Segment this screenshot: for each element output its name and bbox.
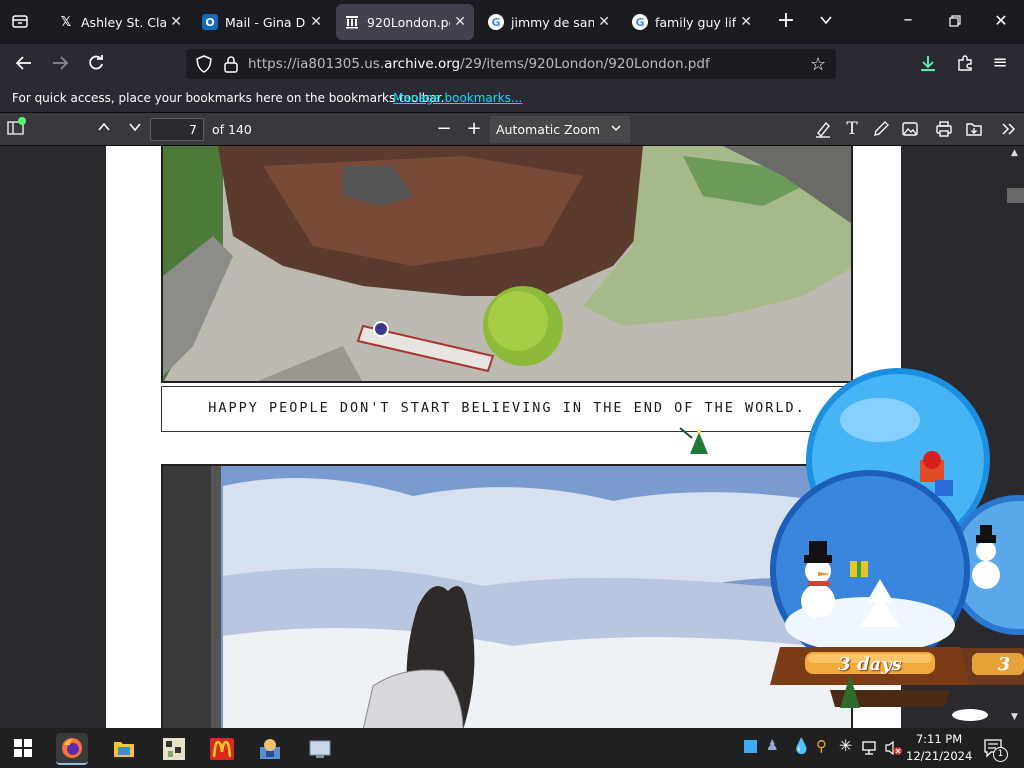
shield-icon[interactable] (196, 55, 212, 77)
previous-page-icon[interactable] (94, 120, 114, 138)
tray-people-icon[interactable]: ♟ (766, 738, 779, 754)
page-number-input[interactable]: 7 (150, 118, 204, 141)
image-icon[interactable] (900, 120, 920, 138)
tab-family-guy[interactable]: G family guy life c ✕ (624, 4, 760, 40)
clock[interactable]: 7:11 PM 12/21/2024 (906, 731, 972, 765)
bookmarks-toolbar: For quick access, place your bookmarks h… (0, 84, 1024, 112)
zoom-out-icon[interactable]: − (434, 120, 454, 138)
tab-strip: 𝕏 Ashley St. Clair ✕ O Mail - Gina Dab ✕… (0, 0, 1024, 44)
draw-icon[interactable] (871, 120, 891, 138)
network-icon[interactable] (862, 740, 878, 759)
christmas-tree-icon (678, 426, 708, 460)
url-domain: archive.org (384, 56, 461, 72)
url-text[interactable]: https://ia801305.us.archive.org/29/items… (248, 56, 710, 72)
scroll-up-icon[interactable]: ▲ (1011, 148, 1018, 158)
url-bar[interactable]: https://ia801305.us.archive.org/29/items… (186, 49, 836, 79)
notification-dot-icon (18, 117, 26, 125)
scroll-thumb[interactable] (1007, 188, 1024, 203)
text-tool-icon[interactable]: T (842, 120, 862, 138)
file-explorer-icon[interactable] (108, 733, 140, 765)
tab-jimmy[interactable]: G jimmy de santa ✕ (480, 4, 618, 40)
bookmarks-hint: For quick access, place your bookmarks h… (12, 91, 445, 105)
tab-title: 920London.pdf (367, 14, 450, 30)
bookmark-star-icon[interactable]: ☆ (810, 54, 826, 75)
app-shortcut-icon[interactable] (254, 733, 286, 765)
clock-date: 12/21/2024 (906, 749, 973, 763)
comic-panel-top (161, 146, 853, 383)
archive-icon (344, 14, 360, 30)
tray-drop-icon[interactable]: 💧 (792, 737, 811, 755)
download-icon[interactable] (916, 54, 940, 77)
restore-icon[interactable] (943, 13, 967, 33)
volume-muted-icon[interactable] (885, 740, 903, 759)
tab-ashley[interactable]: 𝕏 Ashley St. Clair ✕ (50, 4, 190, 40)
outlook-icon: O (202, 14, 218, 30)
countdown-label-small: 3 (997, 654, 1011, 675)
mcdonalds-icon[interactable] (206, 733, 238, 765)
tab-title: Ashley St. Clair (81, 14, 167, 30)
print-icon[interactable] (934, 120, 954, 138)
tab-title: family guy life c (655, 14, 737, 30)
snowglobe-widget[interactable]: 3 days 3 (760, 365, 1024, 728)
zoom-select[interactable]: Automatic Zoom (490, 116, 630, 143)
firefox-icon[interactable] (56, 733, 88, 765)
extensions-icon[interactable] (953, 54, 977, 77)
url-suffix: /29/items/920London/920London.pdf (460, 56, 710, 72)
photos-app-icon[interactable] (158, 733, 190, 765)
tray-brightness-icon[interactable]: ✳ (839, 736, 852, 755)
zoom-value: Automatic Zoom (496, 122, 601, 137)
zoom-in-icon[interactable]: + (464, 120, 484, 138)
url-prefix: https://ia801305.us. (248, 56, 385, 72)
x-logo-icon: 𝕏 (60, 14, 72, 30)
close-icon[interactable]: ✕ (598, 14, 610, 30)
clock-time: 7:11 PM (915, 732, 963, 746)
highlight-icon[interactable] (813, 120, 833, 138)
tab-title: Mail - Gina Dab (225, 14, 306, 30)
window-close-icon[interactable]: ✕ (989, 11, 1013, 31)
google-icon: G (632, 14, 648, 30)
close-icon[interactable]: ✕ (454, 14, 466, 30)
minimize-icon[interactable]: – (896, 10, 920, 30)
close-icon[interactable]: ✕ (170, 14, 182, 30)
countdown-label: 3 days (838, 654, 902, 675)
lock-icon[interactable] (224, 55, 238, 77)
windows-start-icon[interactable] (14, 739, 32, 761)
tab-pdf[interactable]: 920London.pdf ✕ (336, 4, 474, 40)
screen-app-icon[interactable] (304, 733, 336, 765)
forward-icon[interactable] (48, 54, 72, 77)
new-tab-icon[interactable]: + (774, 10, 798, 32)
sidebar-toggle-icon[interactable] (6, 117, 26, 138)
caption-text: HAPPY PEOPLE DON'T START BELIEVING IN TH… (208, 400, 806, 416)
notification-count: 1 (993, 747, 1008, 762)
pdf-toolbar: 7 of 140 − + Automatic Zoom T (0, 112, 1024, 146)
save-icon[interactable] (964, 120, 984, 138)
tab-title: jimmy de santa (511, 14, 595, 30)
tools-menu-icon[interactable] (998, 120, 1018, 138)
tray-search-icon[interactable]: ⚲ (816, 737, 827, 755)
tray-app-icon[interactable] (744, 740, 757, 753)
comic-panel-bottom (161, 464, 853, 728)
notification-center-icon[interactable]: 1 (983, 738, 1008, 762)
next-page-icon[interactable] (125, 120, 145, 138)
close-icon[interactable]: ✕ (310, 14, 322, 30)
page-total: of 140 (212, 122, 252, 137)
menu-icon[interactable]: ≡ (988, 53, 1012, 73)
caption-box: HAPPY PEOPLE DON'T START BELIEVING IN TH… (161, 386, 853, 432)
tab-overview-icon[interactable] (8, 12, 32, 35)
chevron-down-icon[interactable] (814, 12, 838, 32)
back-icon[interactable] (12, 54, 36, 77)
chevron-down-icon (610, 122, 622, 137)
manage-bookmarks-link[interactable]: Manage bookmarks... (393, 91, 522, 105)
close-icon[interactable]: ✕ (740, 14, 752, 30)
reload-icon[interactable] (84, 54, 108, 77)
tab-mail[interactable]: O Mail - Gina Dab ✕ (194, 4, 330, 40)
google-icon: G (488, 14, 504, 30)
